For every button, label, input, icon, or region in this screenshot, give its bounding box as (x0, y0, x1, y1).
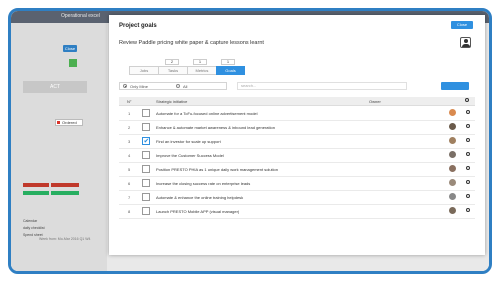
background-red-bar-2 (51, 183, 79, 187)
row-number: 2 (128, 125, 131, 130)
row-checkbox[interactable] (142, 109, 150, 117)
owner-avatar (449, 123, 456, 130)
row-info-icon[interactable] (466, 138, 470, 142)
app-window: Operational excel Close ACT Ordered Cale… (8, 8, 492, 274)
tab-goals[interactable]: Goals (216, 66, 245, 75)
header-owner: Owner (369, 99, 381, 104)
background-close-button[interactable]: Close (63, 45, 77, 52)
owner-avatar (449, 137, 456, 144)
row-initiative-text[interactable]: Automate for a ToFu-focused online adver… (156, 111, 258, 116)
row-checkbox[interactable] (142, 123, 150, 131)
background-list-item[interactable]: Calendar (23, 219, 45, 223)
table-row[interactable]: 6 Increase the closing success rate on en… (119, 177, 475, 191)
row-checkbox[interactable] (142, 165, 150, 173)
project-goals-modal: Project goals Close Review Paddle pricin… (109, 15, 485, 255)
jobs-count: 2 (165, 59, 179, 65)
close-button[interactable]: Close (451, 21, 473, 29)
row-number: 7 (128, 195, 131, 200)
search-button[interactable] (441, 82, 469, 90)
background-green-bar (23, 191, 49, 195)
scope-radio-group: Only Mine All (119, 82, 227, 90)
row-number: 8 (128, 209, 131, 214)
row-info-icon[interactable] (466, 110, 470, 114)
header-initiative: Strategic initiative (156, 99, 188, 104)
owner-avatar (449, 193, 456, 200)
search-input[interactable]: search... (237, 82, 407, 90)
row-number: 3 (128, 139, 131, 144)
background-green-bar-2 (51, 191, 79, 195)
owner-avatar (449, 207, 456, 214)
background-green-icon (69, 59, 77, 67)
goal-title: Review Paddle pricing white paper & capt… (119, 40, 264, 46)
row-initiative-text[interactable]: Increase the closing success rate on ent… (156, 181, 250, 186)
row-initiative-text[interactable]: Position PRESTO PHIA as 1 unique daily w… (156, 167, 278, 172)
header-info-icon (465, 98, 469, 102)
row-info-icon[interactable] (466, 152, 470, 156)
row-checkbox[interactable] (142, 137, 150, 145)
only-mine-label: Only Mine (130, 84, 149, 89)
filter-row: Only Mine All search... (119, 82, 475, 91)
row-number: 5 (128, 167, 131, 172)
owner-avatar (449, 165, 456, 172)
tasks-count: 1 (193, 59, 207, 65)
background-ordered-select[interactable]: Ordered (55, 119, 83, 126)
owner-avatar (449, 109, 456, 116)
row-initiative-text[interactable]: Improve the Customer Success Model (156, 153, 224, 158)
table-header: N° Strategic initiative Owner (119, 97, 475, 106)
table-row[interactable]: 1 Automate for a ToFu-focused online adve… (119, 107, 475, 121)
table-row[interactable]: 2 Enhance & automate market awareness & i… (119, 121, 475, 135)
table-row[interactable]: 5 Position PRESTO PHIA as 1 unique daily … (119, 163, 475, 177)
modal-title: Project goals (119, 23, 157, 29)
row-number: 4 (128, 153, 131, 158)
only-mine-radio[interactable] (123, 84, 127, 88)
background-list-item[interactable]: daily checklist (23, 226, 45, 230)
tab-bar: Jobs Tasks Metrics Goals (129, 66, 245, 75)
row-info-icon[interactable] (466, 166, 470, 170)
background-footer-text: Week from: Mo-Mar 2016 Q1 W4 (39, 237, 91, 241)
owner-avatar (449, 179, 456, 186)
user-avatar-icon[interactable] (460, 37, 471, 48)
tab-metrics[interactable]: Metrics (187, 66, 216, 75)
row-checkbox[interactable] (142, 193, 150, 201)
table-row[interactable]: 4 Improve the Customer Success Model (119, 149, 475, 163)
all-label: All (183, 84, 188, 89)
row-info-icon[interactable] (466, 180, 470, 184)
row-checkbox[interactable] (142, 151, 150, 159)
row-info-icon[interactable] (466, 208, 470, 212)
table-row[interactable]: 3 Find an investor for scale up support (119, 135, 475, 149)
header-number: N° (127, 99, 132, 104)
metrics-count: 1 (221, 59, 235, 65)
background-red-bar (23, 183, 49, 187)
tab-jobs[interactable]: Jobs (129, 66, 158, 75)
row-initiative-text[interactable]: Find an investor for scale up support (156, 139, 221, 144)
row-number: 6 (128, 181, 131, 186)
row-checkbox[interactable] (142, 179, 150, 187)
background-title: Operational excel (61, 13, 100, 19)
row-initiative-text[interactable]: Enhance & automate market awareness & in… (156, 125, 275, 130)
row-info-icon[interactable] (466, 194, 470, 198)
tab-tasks[interactable]: Tasks (158, 66, 187, 75)
background-act-header: ACT (23, 81, 87, 93)
initiatives-table: 1 Automate for a ToFu-focused online adve… (119, 107, 475, 219)
all-radio[interactable] (176, 84, 180, 88)
row-info-icon[interactable] (466, 124, 470, 128)
row-number: 1 (128, 111, 131, 116)
background-side-panel: Close ACT Ordered Calendar daily checkli… (11, 23, 107, 271)
row-initiative-text[interactable]: Automate & enhance the online training h… (156, 195, 243, 200)
owner-avatar (449, 151, 456, 158)
row-checkbox[interactable] (142, 207, 150, 215)
table-row[interactable]: 8 Launch PRESTO Mobile APP (visual manage… (119, 205, 475, 219)
row-initiative-text[interactable]: Launch PRESTO Mobile APP (visual manager… (156, 209, 239, 214)
table-row[interactable]: 7 Automate & enhance the online training … (119, 191, 475, 205)
